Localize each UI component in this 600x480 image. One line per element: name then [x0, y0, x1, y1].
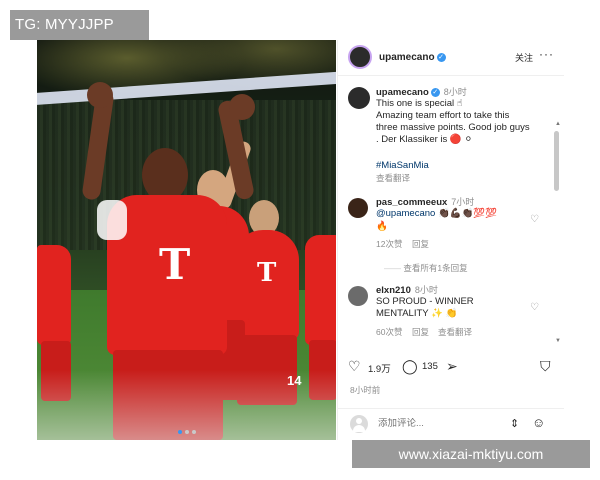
comment-likes[interactable]: 12次赞 [376, 238, 402, 250]
commenter-avatar[interactable] [348, 198, 368, 218]
caption-line: three massive points. Good job guys [376, 122, 530, 133]
mention-link[interactable]: @upamecano [376, 208, 435, 219]
post-actions: ♡ 1.9万 ◯ 135 ➢ ⛉ [338, 358, 564, 380]
caption-line: . Der Klassiker is 🔴 ⚪ [376, 134, 473, 145]
comment-like-icon[interactable]: ♡ [530, 302, 539, 313]
comment-text: MENTALITY ✨ 👏 [376, 308, 458, 319]
more-options-icon[interactable]: ··· [539, 47, 554, 61]
post-header: upamecano ✓ 关注 ··· [338, 40, 564, 76]
author-avatar[interactable] [348, 45, 372, 69]
site-watermark: www.xiazai-mktiyu.com [352, 440, 590, 468]
verified-icon: ✓ [430, 87, 440, 97]
post-sidebar: upamecano ✓ 关注 ··· upamecano ✓ 8小时 This one… [337, 40, 564, 440]
caption-avatar[interactable] [348, 87, 370, 109]
instagram-post: T T T 14 [37, 40, 564, 440]
add-comment-bar: ⇕ ☺ [338, 408, 564, 440]
like-heart-icon[interactable]: ♡ [348, 358, 361, 375]
comment-emoji-line: 🔥 [376, 221, 388, 232]
share-send-icon[interactable]: ➢ [446, 358, 458, 375]
carousel-dots[interactable] [37, 430, 336, 434]
post-time: 8小时前 [350, 385, 381, 395]
scroll-down-icon[interactable]: ▼ [555, 338, 561, 344]
post-photo[interactable]: T T T 14 [37, 40, 336, 440]
caption-translate-link[interactable]: 查看翻译 [376, 172, 410, 184]
gif-sticker-icon[interactable]: ⇕ [510, 417, 519, 430]
comment-likes[interactable]: 60次赞 [376, 326, 402, 338]
jersey-logo: T [159, 240, 191, 289]
commenter-avatar[interactable] [348, 286, 368, 306]
scrollbar[interactable] [554, 131, 559, 191]
comment-text: @upamecano 👏🏿💪🏿👏🏿💯💯 [376, 208, 497, 220]
comment-reply-button[interactable]: 回复 [412, 238, 429, 250]
comments-count[interactable]: 135 [422, 361, 438, 372]
commenter-username[interactable]: pas_commeeux [376, 197, 447, 208]
emoji-icon[interactable]: ☺ [532, 415, 545, 430]
caption-line: This one is special ☝ [376, 98, 463, 109]
carousel-dot[interactable] [184, 430, 189, 434]
hashtag-link[interactable]: #MiaSanMia [376, 160, 429, 172]
comment-input[interactable] [378, 418, 498, 429]
current-user-avatar-icon [350, 415, 368, 433]
comment-reply-button[interactable]: 回复 [412, 326, 429, 338]
scroll-up-icon[interactable]: ▲ [555, 121, 561, 127]
comment-time: 7小时 [451, 197, 475, 207]
commenter-username[interactable]: elxn210 [376, 285, 411, 296]
comments-panel[interactable]: upamecano ✓ 8小时 This one is special ☝ Amaz… [338, 76, 564, 346]
likes-count[interactable]: 1.9万 [368, 361, 391, 375]
caption-line: Amazing team effort to take this [376, 110, 510, 121]
tg-label: TG: MYYJJPP [10, 10, 149, 40]
carousel-dot[interactable] [191, 430, 196, 434]
follow-button[interactable]: 关注 [515, 51, 533, 64]
carousel-dot[interactable] [177, 430, 182, 434]
comment-like-icon[interactable]: ♡ [530, 214, 539, 225]
caption-time: 8小时 [443, 87, 467, 97]
comment-emojis: 👏🏿💪🏿👏🏿💯💯 [437, 208, 498, 219]
view-replies-link[interactable]: —— 查看所有1条回复 [384, 262, 468, 274]
verified-icon: ✓ [436, 52, 446, 62]
comment-translate-link[interactable]: 查看翻译 [438, 326, 472, 338]
caption-username[interactable]: upamecano [376, 87, 429, 98]
bookmark-icon[interactable]: ⛉ [540, 358, 551, 375]
comment-text: SO PROUD - WINNER [376, 296, 474, 307]
comment-time: 8小时 [414, 285, 438, 295]
author-username[interactable]: upamecano ✓ [379, 52, 446, 63]
comment-bubble-icon[interactable]: ◯ [402, 358, 418, 375]
